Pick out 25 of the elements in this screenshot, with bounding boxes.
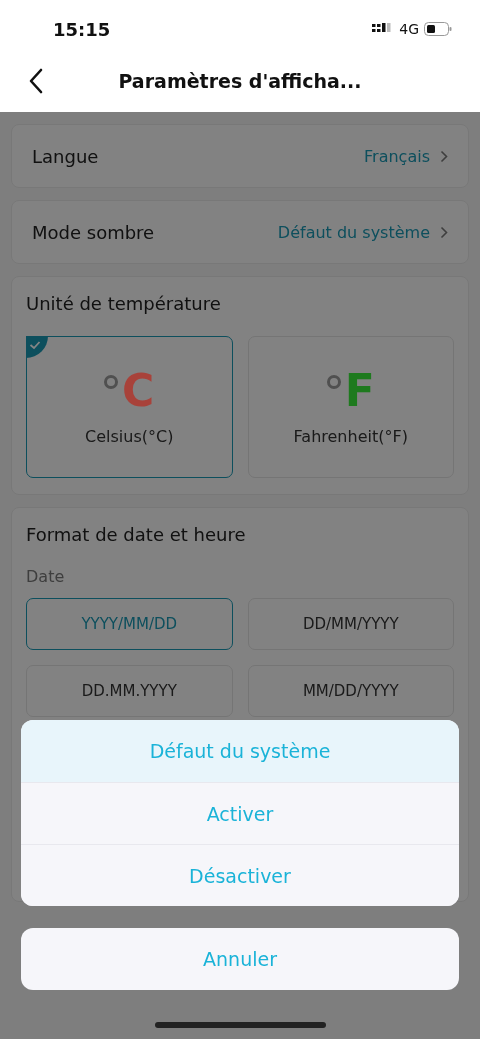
section-title: Format de date et heure — [26, 524, 247, 545]
unit-option[interactable]: C Celsius(°C) — [26, 336, 233, 478]
date-format-option[interactable]: DD.MM.YYYY — [26, 665, 233, 717]
date-format-option[interactable]: DD/MM/YYYY — [247, 598, 454, 650]
setting-row[interactable]: Langue Français — [11, 124, 469, 188]
chevron-icon — [440, 149, 448, 163]
battery-icon — [424, 22, 452, 36]
date-format-option[interactable]: YYYY/MM/DD — [26, 598, 233, 650]
page-title: Paramètres d'afficha... — [118, 70, 362, 92]
unit-letter: C — [122, 368, 155, 413]
section-subtitle: Date — [26, 567, 66, 586]
unit-letter: F — [344, 368, 375, 413]
sheet-option[interactable]: Désactiver — [21, 844, 459, 906]
setting-row[interactable]: Mode sombre Défaut du système — [11, 200, 469, 264]
status-time: 15:15 — [53, 18, 111, 40]
degree-icon — [326, 374, 341, 389]
cancel-button[interactable]: Annuler — [21, 928, 459, 990]
date-format-option[interactable]: MM/DD/YYYY — [247, 665, 454, 717]
back-icon[interactable] — [29, 68, 43, 94]
network-label: 4G — [399, 21, 419, 37]
degree-icon — [104, 374, 119, 389]
chevron-icon — [440, 225, 448, 239]
unit-option[interactable]: F Fahrenheit(°F) — [247, 336, 454, 478]
section-title: Unité de température — [26, 293, 222, 314]
check-icon — [26, 336, 48, 358]
